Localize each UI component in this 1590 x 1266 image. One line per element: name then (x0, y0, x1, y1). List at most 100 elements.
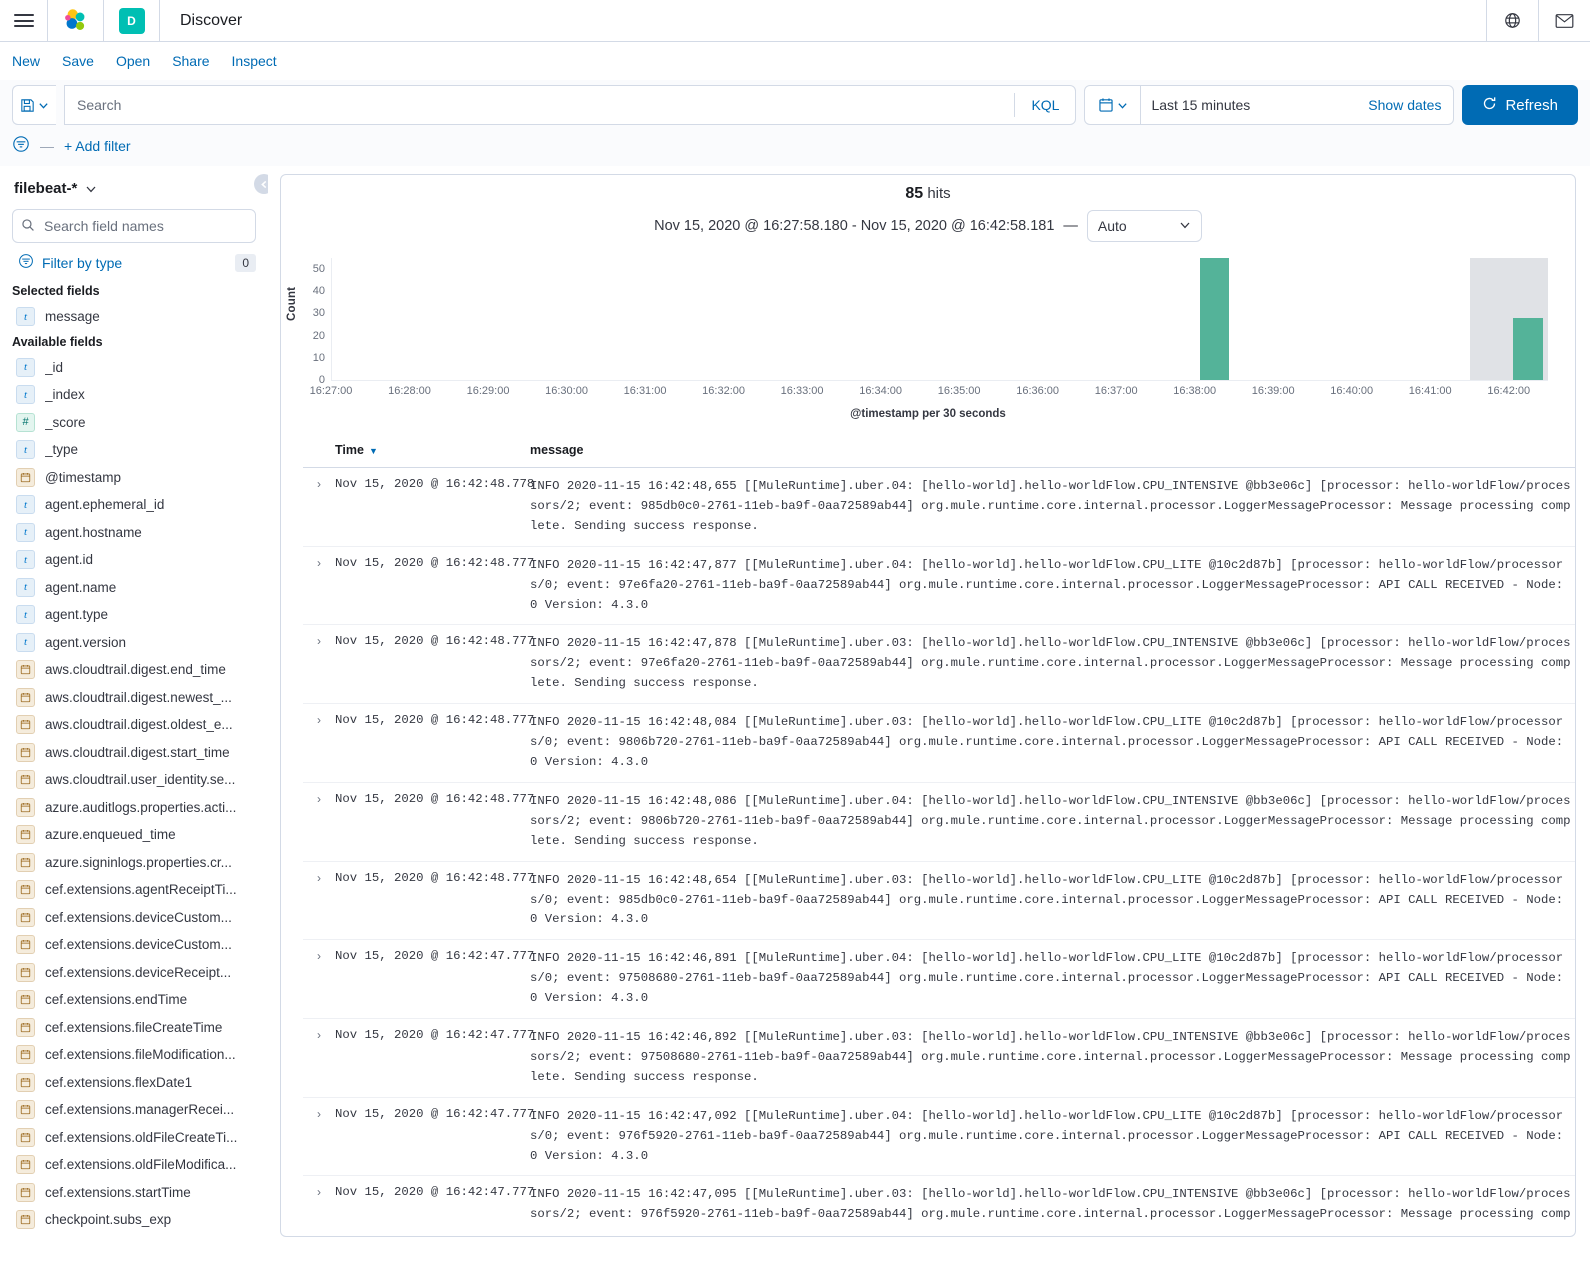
field-item[interactable]: t agent.id (12, 546, 256, 574)
filter-by-type-button[interactable]: Filter by type 0 (18, 253, 256, 272)
chart-x-tick: 16:30:00 (545, 385, 588, 397)
field-item[interactable]: @timestamp (12, 464, 256, 492)
hits-count: 85 (905, 185, 924, 202)
date-field-type-icon (16, 935, 35, 955)
field-item[interactable]: t message (12, 303, 256, 331)
elastic-logo-icon[interactable] (48, 0, 104, 42)
field-item[interactable]: azure.auditlogs.properties.acti... (12, 794, 256, 822)
field-item[interactable]: cef.extensions.flexDate1 (12, 1069, 256, 1097)
collapse-sidebar-icon[interactable] (254, 174, 268, 194)
field-item[interactable]: aws.cloudtrail.digest.start_time (12, 739, 256, 767)
field-item[interactable]: t agent.ephemeral_id (12, 491, 256, 519)
date-field-type-icon (16, 1100, 35, 1120)
field-item[interactable]: cef.extensions.deviceCustom... (12, 904, 256, 932)
field-item[interactable]: cef.extensions.fileModification... (12, 1041, 256, 1069)
expand-row-button[interactable]: › (303, 1176, 335, 1226)
field-item[interactable]: cef.extensions.agentReceiptTi... (12, 876, 256, 904)
selected-fields-title: Selected fields (12, 284, 100, 298)
expand-row-button[interactable]: › (303, 625, 335, 704)
filter-settings-icon[interactable] (12, 135, 30, 156)
date-field-type-icon (16, 1127, 35, 1147)
date-range-value[interactable]: Last 15 minutes (1141, 97, 1368, 113)
expand-row-button[interactable]: › (303, 782, 335, 861)
field-name-label: cef.extensions.deviceCustom... (45, 909, 232, 925)
string-field-type-icon: t (16, 605, 35, 625)
field-search-input[interactable] (42, 217, 247, 235)
date-picker: Last 15 minutes Show dates (1084, 85, 1455, 125)
results-panel: 85 hits Nov 15, 2020 @ 16:27:58.180 - No… (280, 174, 1576, 1237)
field-item[interactable]: t agent.version (12, 629, 256, 657)
field-item[interactable]: t agent.type (12, 601, 256, 629)
field-item[interactable]: cef.extensions.managerRecei... (12, 1096, 256, 1124)
field-item[interactable]: azure.enqueued_time (12, 821, 256, 849)
app-badge[interactable]: D (104, 0, 160, 42)
row-message-cell: INFO 2020-11-15 16:42:47,092 [[MuleRunti… (530, 1108, 1564, 1163)
topnav-item-share[interactable]: Share (172, 53, 209, 69)
help-globe-icon[interactable] (1486, 0, 1538, 42)
chart-x-tick: 16:36:00 (1016, 385, 1060, 397)
topnav-item-new[interactable]: New (12, 53, 40, 69)
add-filter-button[interactable]: + Add filter (64, 138, 131, 154)
field-name-label: cef.extensions.fileCreateTime (45, 1019, 223, 1035)
field-item[interactable]: cef.extensions.fileCreateTime (12, 1014, 256, 1042)
field-item[interactable]: t _type (12, 436, 256, 464)
expand-row-button[interactable]: › (303, 704, 335, 783)
message-column-header[interactable]: message (530, 433, 1575, 468)
expand-row-button[interactable]: › (303, 546, 335, 625)
field-item[interactable]: t agent.name (12, 574, 256, 602)
hamburger-menu-icon[interactable] (0, 0, 48, 42)
field-item[interactable]: cef.extensions.deviceCustom... (12, 931, 256, 959)
field-item[interactable]: t _index (12, 381, 256, 409)
field-name-label: cef.extensions.oldFileModifica... (45, 1157, 237, 1173)
search-input[interactable] (65, 97, 1015, 113)
field-item[interactable]: cef.extensions.oldFileModifica... (12, 1151, 256, 1179)
row-time-cell: Nov 15, 2020 @ 16:42:47.777 (335, 1106, 535, 1121)
table-row: › Nov 15, 2020 @ 16:42:48.777 INFO 2020-11… (303, 625, 1575, 704)
expand-row-button[interactable]: › (303, 1019, 335, 1098)
field-item[interactable]: t _id (12, 354, 256, 382)
histogram-chart[interactable]: Count 0 10 20 30 40 50 @timestamp per 30 seco… (281, 248, 1575, 433)
field-item[interactable]: # _score (12, 409, 256, 437)
expand-row-button[interactable]: › (303, 861, 335, 940)
expand-row-button[interactable]: › (303, 1097, 335, 1176)
field-item[interactable]: t agent.hostname (12, 519, 256, 547)
sort-desc-icon[interactable]: ▼ (369, 446, 378, 456)
chart-bar[interactable] (1513, 317, 1544, 380)
doc-table-scroll[interactable]: Time ▼ message › Nov 15, 2020 @ 16:42:48.7… (281, 433, 1575, 1226)
field-name-label: azure.signinlogs.properties.cr... (45, 854, 232, 870)
expand-row-button[interactable]: › (303, 940, 335, 1019)
expand-row-button[interactable]: › (303, 468, 335, 547)
time-column-header[interactable]: Time ▼ (335, 433, 530, 468)
doc-table: Time ▼ message › Nov 15, 2020 @ 16:42:48.7… (303, 433, 1575, 1226)
show-dates-button[interactable]: Show dates (1368, 97, 1453, 113)
refresh-button[interactable]: Refresh (1462, 85, 1578, 125)
field-item[interactable]: cef.extensions.deviceReceipt... (12, 959, 256, 987)
app-badge-letter: D (118, 7, 145, 34)
field-item[interactable]: aws.cloudtrail.user_identity.se... (12, 766, 256, 794)
date-field-type-icon (16, 1017, 35, 1037)
field-name-label: aws.cloudtrail.digest.start_time (45, 744, 230, 760)
topnav-item-open[interactable]: Open (116, 53, 150, 69)
saved-query-button[interactable] (12, 85, 56, 125)
table-row: › Nov 15, 2020 @ 16:42:48.777 INFO 2020-11… (303, 782, 1575, 862)
field-item[interactable]: azure.signinlogs.properties.cr... (12, 849, 256, 877)
calendar-icon-button[interactable] (1085, 86, 1142, 124)
query-language-badge[interactable]: KQL (1014, 93, 1075, 117)
index-pattern-selector[interactable]: filebeat-* (14, 180, 256, 197)
field-item[interactable]: aws.cloudtrail.digest.end_time (12, 656, 256, 684)
date-field-type-icon (16, 687, 35, 707)
chart-bar[interactable] (1199, 258, 1230, 380)
field-item[interactable]: checkpoint.subs_exp (12, 1206, 256, 1234)
row-time-cell: Nov 15, 2020 @ 16:42:48.777 (335, 791, 535, 806)
field-item[interactable]: cef.extensions.startTime (12, 1179, 256, 1207)
histogram-interval-select[interactable]: Auto (1086, 210, 1202, 242)
string-field-type-icon: t (16, 385, 35, 405)
field-item[interactable]: aws.cloudtrail.digest.newest_... (12, 684, 256, 712)
topnav-item-inspect[interactable]: Inspect (232, 53, 277, 69)
field-item[interactable]: aws.cloudtrail.digest.oldest_e... (12, 711, 256, 739)
field-item[interactable]: cef.extensions.oldFileCreateTi... (12, 1124, 256, 1152)
news-envelope-icon[interactable] (1538, 0, 1590, 42)
date-field-type-icon (16, 1182, 35, 1202)
topnav-item-save[interactable]: Save (62, 53, 94, 69)
field-item[interactable]: cef.extensions.endTime (12, 986, 256, 1014)
